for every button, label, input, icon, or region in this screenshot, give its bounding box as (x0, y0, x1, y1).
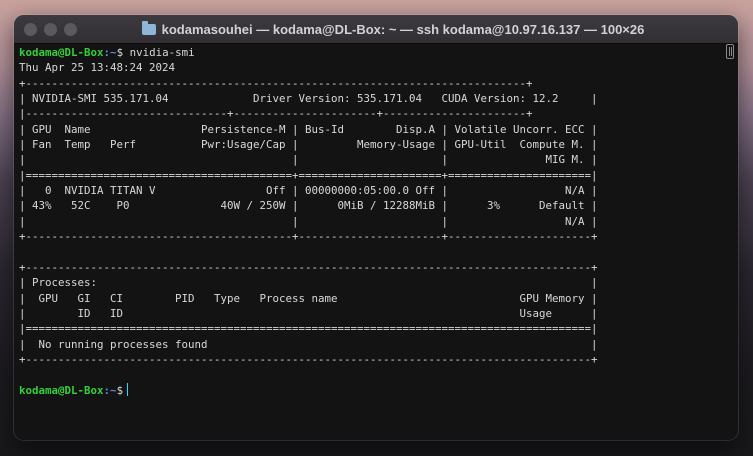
prompt-symbol: $ (116, 383, 124, 397)
prompt-host: DL-Box (64, 383, 104, 397)
output-line: | 0 NVIDIA TITAN V Off | 00000000:05:00.… (19, 184, 598, 198)
output-line: | Fan Temp Perf Pwr:Usage/Cap | Memory-U… (19, 138, 598, 152)
output-line: +---------------------------------------… (19, 260, 598, 274)
prompt-user: kodama (19, 383, 59, 397)
output-line: | Processes: | (19, 276, 598, 290)
output-line: | | | MIG M. | (19, 153, 598, 167)
window-title: kodamasouhei — kodama@DL-Box: ~ — ssh ko… (161, 21, 645, 37)
output-line: | ID ID Usage | (19, 306, 598, 320)
output-line: | | | N/A | (19, 214, 598, 228)
terminal-window: kodamasouhei — kodama@DL-Box: ~ — ssh ko… (14, 15, 738, 440)
output-line: |=======================================… (19, 322, 598, 336)
output-line: | GPU Name Persistence-M | Bus-Id Disp.A… (19, 122, 598, 136)
output-line: +---------------------------------------… (19, 352, 598, 366)
command-text: nvidia-smi (123, 46, 195, 59)
output-line: |-------------------------------+-------… (19, 107, 533, 121)
title-bar: kodamasouhei — kodama@DL-Box: ~ — ssh ko… (14, 15, 738, 44)
output-line: | GPU GI CI PID Type Process name GPU Me… (19, 291, 598, 305)
output-line: +---------------------------------------… (19, 76, 533, 90)
command-line: kodama@DL-Box:~$ nvidia-smi (19, 45, 719, 60)
scrollbar-handle-icon[interactable] (726, 44, 734, 59)
text-cursor (127, 382, 129, 396)
output-line: Thu Apr 25 13:48:24 2024 (19, 61, 176, 75)
output-line: | NVIDIA-SMI 535.171.04 Driver Version: … (19, 92, 598, 106)
prompt-path: :~ (103, 383, 117, 397)
window-title-container: kodamasouhei — kodama@DL-Box: ~ — ssh ko… (14, 15, 738, 43)
output-line: | No running processes found | (19, 337, 598, 351)
prompt-user: kodama (19, 46, 59, 59)
prompt-path: :~ (103, 46, 117, 59)
output-line: |=======================================… (19, 168, 598, 182)
prompt-host: DL-Box (64, 46, 104, 59)
output-line: +---------------------------------------… (19, 230, 598, 244)
output-line: | 43% 52C P0 40W / 250W | 0MiB / 12288Mi… (19, 199, 598, 213)
terminal-output-area[interactable]: kodama@DL-Box:~$ nvidia-smi Thu Apr 25 13… (19, 45, 719, 435)
folder-icon (141, 20, 156, 35)
prompt-line: kodama@DL-Box:~$ (19, 382, 719, 398)
